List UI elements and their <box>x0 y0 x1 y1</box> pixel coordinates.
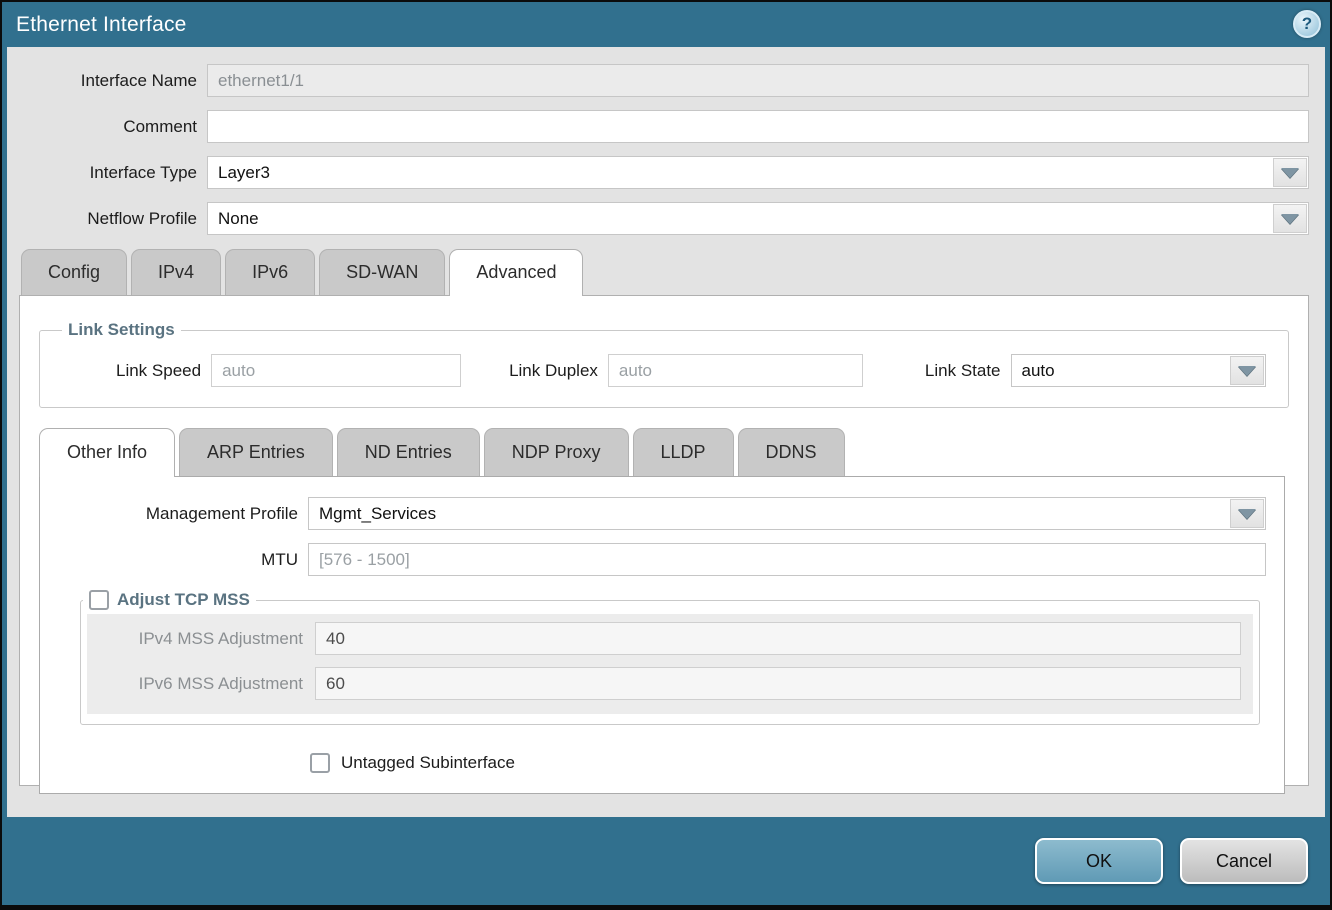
adjust-tcp-mss-checkbox[interactable] <box>89 590 109 610</box>
ipv4-mss-label: IPv4 MSS Adjustment <box>87 629 315 649</box>
other-info-panel: Management Profile Mgmt_Services MTU <box>39 476 1285 794</box>
interface-type-row: Interface Type Layer3 <box>19 156 1309 189</box>
interface-name-row: Interface Name <box>19 64 1309 97</box>
ipv6-mss-row: IPv6 MSS Adjustment <box>87 667 1253 700</box>
untagged-subinterface-row: Untagged Subinterface <box>310 753 1266 773</box>
comment-label: Comment <box>19 117 207 137</box>
chevron-down-icon <box>1238 509 1256 519</box>
ok-button[interactable]: OK <box>1035 838 1163 884</box>
adjust-tcp-mss-fieldset: Adjust TCP MSS IPv4 MSS Adjustment IPv6 … <box>80 590 1260 725</box>
title-bar: Ethernet Interface ? <box>2 2 1330 47</box>
ethernet-interface-dialog: Ethernet Interface ? Interface Name Comm… <box>0 0 1332 910</box>
link-duplex-field[interactable] <box>608 354 863 387</box>
tab-advanced[interactable]: Advanced <box>449 249 583 296</box>
interface-name-field <box>207 64 1309 97</box>
management-profile-dropdown[interactable]: Mgmt_Services <box>308 497 1266 530</box>
link-state-dropdown[interactable]: auto <box>1011 354 1266 387</box>
management-profile-dropdown-button[interactable] <box>1230 499 1264 528</box>
interface-type-dropdown[interactable]: Layer3 <box>207 156 1309 189</box>
ipv6-mss-field <box>315 667 1241 700</box>
interface-name-label: Interface Name <box>19 71 207 91</box>
adjust-tcp-mss-legend: Adjust TCP MSS <box>83 590 256 610</box>
link-settings-row: Link Speed Link Duplex Link State auto <box>56 354 1272 387</box>
ipv4-mss-field <box>315 622 1241 655</box>
mtu-row: MTU <box>58 543 1266 576</box>
mss-disabled-area: IPv4 MSS Adjustment IPv6 MSS Adjustment <box>87 614 1253 714</box>
untagged-subinterface-label: Untagged Subinterface <box>341 753 515 773</box>
dialog-title: Ethernet Interface <box>16 13 187 37</box>
advanced-tab-panel: Link Settings Link Speed Link Duplex Lin… <box>19 295 1309 786</box>
interface-type-value: Layer3 <box>218 163 270 183</box>
tab-sdwan[interactable]: SD-WAN <box>319 249 445 295</box>
link-speed-field[interactable] <box>211 354 461 387</box>
link-state-label: Link State <box>925 361 1001 381</box>
comment-field[interactable] <box>207 110 1309 143</box>
link-speed-label: Link Speed <box>116 361 201 381</box>
link-state-value: auto <box>1022 361 1055 381</box>
management-profile-value: Mgmt_Services <box>319 504 436 524</box>
help-glyph: ? <box>1302 14 1312 34</box>
link-duplex-label: Link Duplex <box>509 361 598 381</box>
netflow-profile-row: Netflow Profile None <box>19 202 1309 235</box>
chevron-down-icon <box>1281 214 1299 224</box>
footer-bar: OK Cancel <box>2 817 1330 905</box>
chevron-down-icon <box>1281 168 1299 178</box>
tab-ddns[interactable]: DDNS <box>738 428 845 476</box>
netflow-profile-dropdown[interactable]: None <box>207 202 1309 235</box>
comment-row: Comment <box>19 110 1309 143</box>
tab-ipv6[interactable]: IPv6 <box>225 249 315 295</box>
tab-lldp[interactable]: LLDP <box>633 428 734 476</box>
link-settings-fieldset: Link Settings Link Speed Link Duplex Lin… <box>39 320 1289 408</box>
netflow-profile-dropdown-button[interactable] <box>1273 204 1307 233</box>
link-state-dropdown-button[interactable] <box>1230 356 1264 385</box>
mtu-field[interactable] <box>308 543 1266 576</box>
tab-other-info[interactable]: Other Info <box>39 428 175 477</box>
management-profile-row: Management Profile Mgmt_Services <box>58 497 1266 530</box>
netflow-profile-label: Netflow Profile <box>19 209 207 229</box>
chevron-down-icon <box>1238 366 1256 376</box>
tab-ipv4[interactable]: IPv4 <box>131 249 221 295</box>
ipv4-mss-row: IPv4 MSS Adjustment <box>87 622 1253 655</box>
untagged-subinterface-checkbox[interactable] <box>310 753 330 773</box>
interface-type-dropdown-button[interactable] <box>1273 158 1307 187</box>
tab-config[interactable]: Config <box>21 249 127 295</box>
help-icon[interactable]: ? <box>1293 10 1321 38</box>
main-tab-strip: Config IPv4 IPv6 SD-WAN Advanced <box>19 249 1309 295</box>
management-profile-label: Management Profile <box>58 504 308 524</box>
tab-arp-entries[interactable]: ARP Entries <box>179 428 333 476</box>
tab-nd-entries[interactable]: ND Entries <box>337 428 480 476</box>
tab-ndp-proxy[interactable]: NDP Proxy <box>484 428 629 476</box>
dialog-body: Interface Name Comment Interface Type La… <box>7 47 1325 817</box>
inner-tab-strip: Other Info ARP Entries ND Entries NDP Pr… <box>39 428 1289 476</box>
netflow-profile-value: None <box>218 209 259 229</box>
mtu-label: MTU <box>58 550 308 570</box>
adjust-tcp-mss-legend-text: Adjust TCP MSS <box>117 590 250 610</box>
link-settings-legend: Link Settings <box>62 320 181 340</box>
cancel-button[interactable]: Cancel <box>1180 838 1308 884</box>
interface-type-label: Interface Type <box>19 163 207 183</box>
ipv6-mss-label: IPv6 MSS Adjustment <box>87 674 315 694</box>
